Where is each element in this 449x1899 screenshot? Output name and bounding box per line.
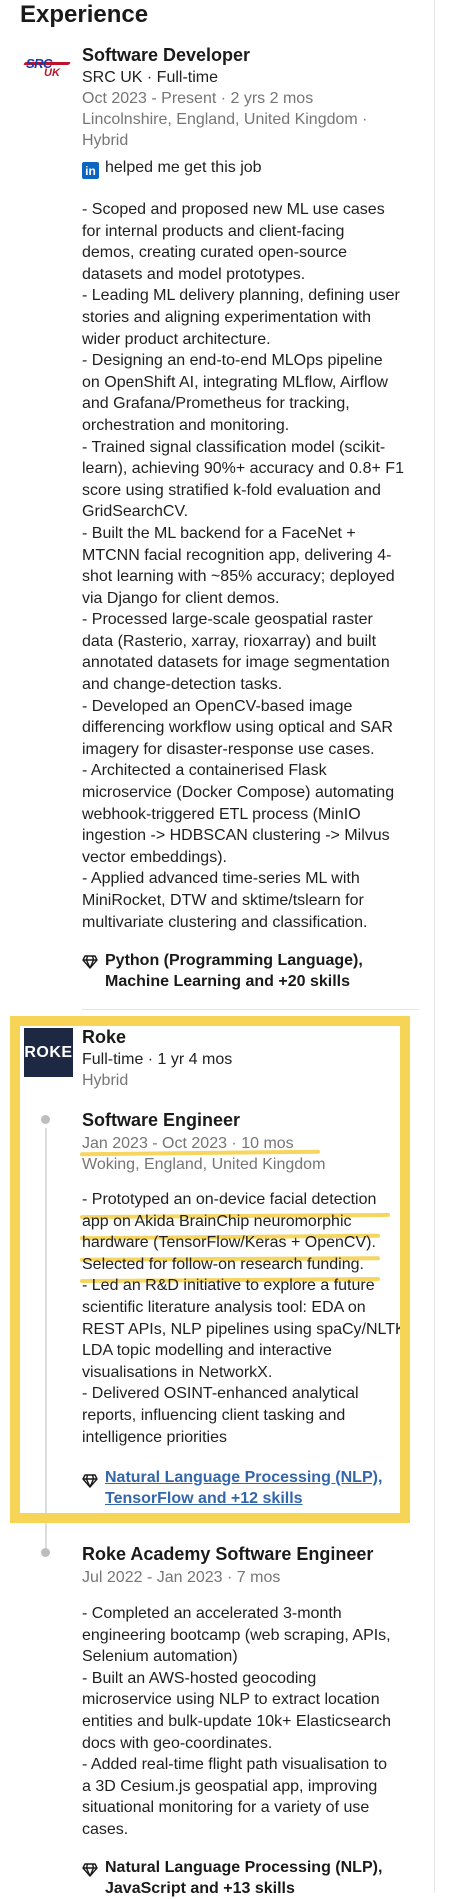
diamond-gem-icon	[82, 955, 98, 969]
diamond-gem-icon	[82, 1863, 98, 1877]
src-uk-logo[interactable]: SRC UK	[23, 52, 72, 82]
timeline-dot-icon	[41, 1548, 50, 1557]
job-title[interactable]: Software Developer	[82, 45, 250, 66]
highlight-box	[10, 1016, 410, 1523]
company-employment-type: SRC UK · Full-time	[82, 69, 219, 86]
skills-summary[interactable]: Python (Programming Language), Machine L…	[105, 950, 363, 992]
role-description: - Completed an accelerated 3-month engin…	[82, 1605, 392, 1838]
section-title: Experience	[20, 1, 149, 28]
job-work-mode: Hybrid	[82, 132, 129, 149]
job-dates: Oct 2023 - Present · 2 yrs 2 mos	[82, 90, 314, 107]
linkedin-helped-text: helped me get this job	[105, 159, 262, 176]
linkedin-logo-icon: in	[82, 162, 99, 179]
role-title[interactable]: Roke Academy Software Engineer	[82, 1544, 373, 1565]
logo-text-bottom: UK	[44, 67, 60, 79]
role-dates: Jul 2022 - Jan 2023 · 7 mos	[82, 1569, 281, 1586]
right-border	[434, 0, 435, 1893]
divider	[82, 1009, 419, 1010]
job-location: Lincolnshire, England, United Kingdom ·	[82, 111, 368, 128]
job-description: - Scoped and proposed new ML use cases f…	[82, 201, 404, 931]
